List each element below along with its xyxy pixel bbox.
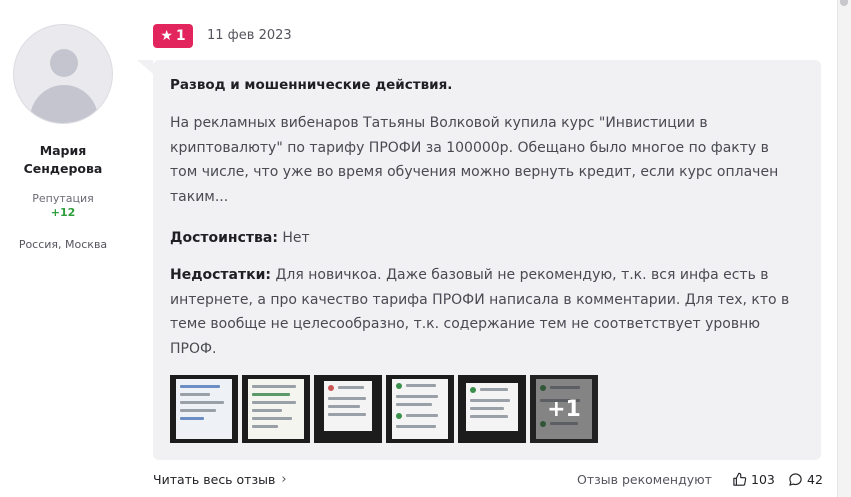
comments-count: 42 <box>807 472 823 487</box>
rating-value: 1 <box>175 28 186 44</box>
more-photos-overlay[interactable]: +1 <box>530 375 598 443</box>
author-name-line1: Мария <box>39 143 87 158</box>
reputation-value: +12 <box>50 206 76 219</box>
read-more-label: Читать весь отзыв <box>153 472 276 487</box>
chevron-right-icon: › <box>281 472 287 487</box>
avatar-body-shape <box>30 85 98 123</box>
review-cons: Недостатки: Для новичкоа. Даже базовый н… <box>170 263 800 361</box>
avatar[interactable] <box>13 24 113 124</box>
photo-thumbnail-6[interactable]: +1 <box>530 375 598 443</box>
review-body[interactable]: На рекламных вибенаров Татьяны Волковой … <box>170 111 800 209</box>
comment-icon <box>788 472 803 487</box>
likes-count: 103 <box>751 472 775 487</box>
photo-gallery: +1 <box>170 375 598 443</box>
review-pros: Достоинства: Нет <box>170 226 800 251</box>
likes-button[interactable]: 103 <box>732 472 775 487</box>
scrollbar[interactable] <box>837 0 851 497</box>
review-card: Развод и мошеннические действия. На рекл… <box>153 60 821 460</box>
author-name[interactable]: Мария Сендерова <box>0 142 126 178</box>
avatar-head-shape <box>50 49 78 77</box>
recommend-label: Отзыв рекомендуют <box>577 472 712 487</box>
pros-label: Достоинства: <box>170 230 278 246</box>
read-full-review-link[interactable]: Читать весь отзыв › <box>153 472 287 487</box>
photo-thumbnail-1[interactable] <box>170 375 238 443</box>
review-title[interactable]: Развод и мошеннические действия. <box>170 77 452 93</box>
photo-thumbnail-5[interactable] <box>458 375 526 443</box>
reputation-label: Репутация <box>32 192 94 205</box>
photo-thumbnail-4[interactable] <box>386 375 454 443</box>
scrollbar-thumb[interactable] <box>840 0 848 6</box>
rating-badge: ★ 1 <box>153 24 193 48</box>
cons-label: Недостатки: <box>170 267 272 283</box>
thumbs-up-icon <box>732 472 747 487</box>
card-pointer <box>137 60 153 74</box>
comments-button[interactable]: 42 <box>788 472 823 487</box>
author-location: Россия, Москва <box>18 238 108 251</box>
author-name-line2: Сендерова <box>23 161 103 176</box>
review-date: 11 фев 2023 <box>207 28 292 43</box>
photo-thumbnail-3[interactable] <box>314 375 382 443</box>
star-icon: ★ <box>160 28 173 44</box>
photo-thumbnail-2[interactable] <box>242 375 310 443</box>
pros-text: Нет <box>282 230 310 246</box>
